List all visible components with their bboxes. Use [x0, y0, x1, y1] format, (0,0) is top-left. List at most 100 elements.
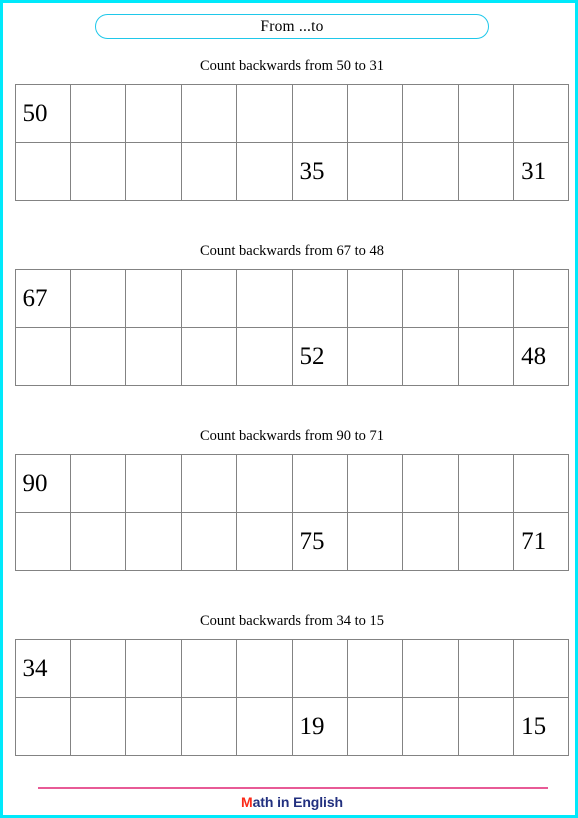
- grid-cell[interactable]: 75: [291, 511, 348, 571]
- grid-cell[interactable]: [125, 141, 182, 201]
- grid-cell[interactable]: 19: [291, 696, 348, 756]
- grid-cell[interactable]: [402, 638, 459, 698]
- grid-cell[interactable]: 15: [513, 696, 570, 756]
- grid-cell[interactable]: [457, 696, 515, 756]
- grid-cell[interactable]: [457, 453, 515, 513]
- grid-cell[interactable]: [457, 511, 515, 571]
- grid-cell[interactable]: [125, 453, 182, 513]
- grid-cell[interactable]: [69, 511, 127, 571]
- grid-cell[interactable]: [180, 141, 238, 201]
- grid-cell[interactable]: [14, 141, 71, 201]
- grid-cell[interactable]: [180, 83, 238, 143]
- grid-cell[interactable]: [125, 268, 182, 328]
- grid-cell[interactable]: [236, 141, 293, 201]
- grid-cell[interactable]: 67: [14, 268, 71, 328]
- grid-cell[interactable]: [402, 453, 459, 513]
- grid-cell[interactable]: [180, 326, 238, 386]
- footer-logo: Math in English: [3, 794, 578, 810]
- grid-cell[interactable]: [236, 696, 293, 756]
- grid-cell[interactable]: [14, 511, 71, 571]
- grid-cell[interactable]: 34: [14, 638, 71, 698]
- number-sequence-grid: 50 35 31: [14, 83, 570, 201]
- worksheet-title-box: From ...to: [95, 14, 489, 39]
- grid-cell[interactable]: [236, 511, 293, 571]
- grid-cell[interactable]: 31: [513, 141, 570, 201]
- grid-cell[interactable]: 71: [513, 511, 570, 571]
- grid-cell[interactable]: [125, 696, 182, 756]
- grid-cell[interactable]: [236, 83, 293, 143]
- grid-cell[interactable]: [180, 268, 238, 328]
- grid-cell[interactable]: [346, 696, 404, 756]
- grid-cell[interactable]: [125, 326, 182, 386]
- grid-cell[interactable]: [346, 141, 404, 201]
- grid-cell[interactable]: [180, 696, 238, 756]
- grid-cell[interactable]: [291, 268, 348, 328]
- grid-cell[interactable]: [291, 638, 348, 698]
- grid-cell[interactable]: [180, 638, 238, 698]
- grid-row: 35 31: [14, 141, 570, 201]
- grid-cell[interactable]: [457, 638, 515, 698]
- grid-row: 34: [14, 638, 570, 698]
- grid-cell[interactable]: [236, 453, 293, 513]
- grid-cell[interactable]: 90: [14, 453, 71, 513]
- grid-cell[interactable]: 52: [291, 326, 348, 386]
- grid-cell[interactable]: [346, 326, 404, 386]
- grid-cell[interactable]: [125, 511, 182, 571]
- grid-cell[interactable]: [69, 638, 127, 698]
- grid-cell[interactable]: [236, 326, 293, 386]
- grid-cell[interactable]: [236, 638, 293, 698]
- grid-cell[interactable]: [457, 141, 515, 201]
- exercise-instruction: Count backwards from 90 to 71: [199, 428, 385, 444]
- grid-cell[interactable]: [69, 268, 127, 328]
- grid-cell[interactable]: 35: [291, 141, 348, 201]
- grid-cell[interactable]: [402, 326, 459, 386]
- grid-cell[interactable]: [513, 268, 570, 328]
- grid-cell[interactable]: [457, 268, 515, 328]
- grid-cell[interactable]: [125, 638, 182, 698]
- grid-cell[interactable]: [346, 638, 404, 698]
- exercise-instruction: Count backwards from 67 to 48: [199, 243, 385, 259]
- grid-row: 50: [14, 83, 570, 143]
- grid-cell[interactable]: [291, 453, 348, 513]
- exercise-section: Count backwards from 67 to 48 67 52 48: [3, 243, 578, 386]
- grid-row: 19 15: [14, 696, 570, 756]
- grid-cell[interactable]: [125, 83, 182, 143]
- grid-cell[interactable]: [180, 511, 238, 571]
- grid-cell[interactable]: [14, 696, 71, 756]
- grid-cell[interactable]: [291, 83, 348, 143]
- grid-cell[interactable]: [402, 141, 459, 201]
- number-sequence-grid: 90 75 71: [14, 453, 570, 571]
- worksheet-title-container: From ...to: [3, 14, 578, 39]
- grid-cell[interactable]: [513, 453, 570, 513]
- grid-cell[interactable]: [346, 83, 404, 143]
- grid-cell[interactable]: [180, 453, 238, 513]
- exercise-section: Count backwards from 90 to 71 90 75 71: [3, 428, 578, 571]
- grid-cell[interactable]: [402, 696, 459, 756]
- grid-cell[interactable]: [402, 511, 459, 571]
- grid-cell[interactable]: [69, 326, 127, 386]
- grid-cell[interactable]: [69, 83, 127, 143]
- grid-cell[interactable]: [14, 326, 71, 386]
- grid-row: 52 48: [14, 326, 570, 386]
- grid-cell[interactable]: [346, 511, 404, 571]
- grid-cell[interactable]: 50: [14, 83, 71, 143]
- grid-cell[interactable]: [346, 453, 404, 513]
- grid-cell[interactable]: [69, 453, 127, 513]
- grid-cell[interactable]: [69, 696, 127, 756]
- grid-cell[interactable]: [236, 268, 293, 328]
- grid-cell[interactable]: [457, 326, 515, 386]
- grid-cell[interactable]: [69, 141, 127, 201]
- grid-cell[interactable]: [457, 83, 515, 143]
- grid-cell[interactable]: [513, 638, 570, 698]
- grid-cell[interactable]: [402, 83, 459, 143]
- grid-cell[interactable]: 48: [513, 326, 570, 386]
- grid-cell[interactable]: [513, 83, 570, 143]
- worksheet-page: From ...to Count backwards from 50 to 31…: [0, 0, 578, 818]
- grid-cell[interactable]: [402, 268, 459, 328]
- exercise-instruction: Count backwards from 34 to 15: [199, 613, 385, 629]
- grid-row: 67: [14, 268, 570, 328]
- footer-divider: [38, 787, 548, 789]
- grid-cell[interactable]: [346, 268, 404, 328]
- logo-text: ath in English: [252, 794, 343, 810]
- exercise-instruction: Count backwards from 50 to 31: [199, 58, 385, 74]
